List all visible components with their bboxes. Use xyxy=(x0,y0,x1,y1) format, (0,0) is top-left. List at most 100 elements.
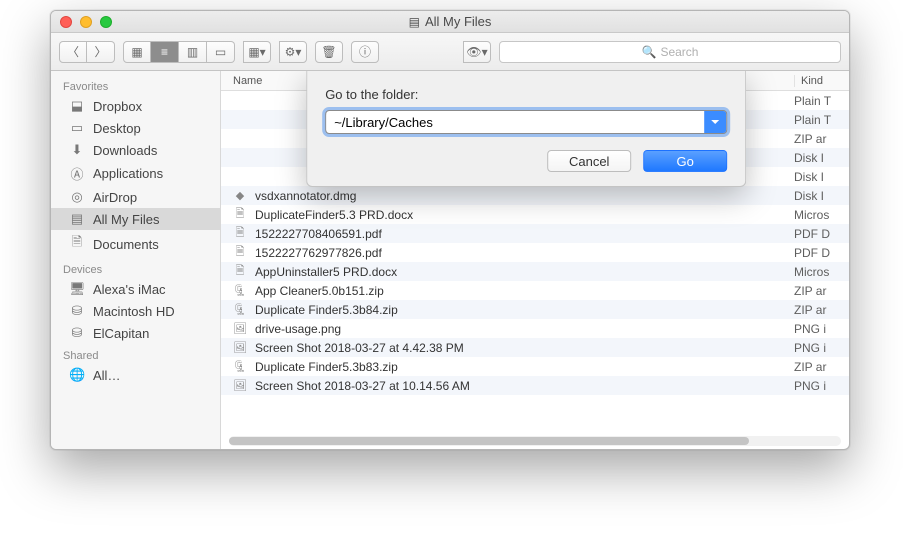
png-file-icon: 🖼 xyxy=(231,322,249,335)
dropdown-arrow-button[interactable] xyxy=(704,111,726,133)
file-name: Duplicate Finder5.3b83.zip xyxy=(255,360,794,374)
file-row[interactable]: 🗜 Duplicate Finder5.3b83.zipZIP ar xyxy=(221,357,849,376)
zip-file-icon: 🗜 xyxy=(231,284,249,297)
titlebar: ▤ All My Files xyxy=(51,11,849,33)
sidebar-item-airdrop[interactable]: ◎ AirDrop xyxy=(51,186,220,208)
sidebar-item-alexa-s-imac[interactable]: 🖥 Alexa's iMac xyxy=(51,278,220,300)
arrange-menu-button[interactable]: ▦▾ xyxy=(243,41,271,63)
info-button[interactable]: ⓘ xyxy=(351,41,379,63)
file-kind: Disk I xyxy=(794,170,849,184)
zip-file-icon: 🗜 xyxy=(231,360,249,373)
dmg-file-icon: ◆ xyxy=(231,189,249,202)
search-field[interactable]: 🔍 Search xyxy=(499,41,841,63)
sidebar-item-dropbox[interactable]: ⬓Dropbox xyxy=(51,95,220,117)
file-name: 1522227708406591.pdf xyxy=(255,227,794,241)
file-row[interactable]: 🖼Screen Shot 2018-03-27 at 10.14.56 AMPN… xyxy=(221,376,849,395)
sidebar-item-label: All… xyxy=(93,368,120,383)
view-column-button[interactable]: ▥ xyxy=(179,41,207,63)
sidebar-item-macintosh-hd[interactable]: ⛁Macintosh HD xyxy=(51,300,220,322)
sidebar-item-all-my-files[interactable]: ▤All My Files xyxy=(51,208,220,230)
file-name: vsdxannotator.dmg xyxy=(255,189,794,203)
file-kind: Plain T xyxy=(794,113,849,127)
file-row[interactable]: 🖼drive-usage.pngPNG i xyxy=(221,319,849,338)
file-row[interactable]: 🗜 App Cleaner5.0b151.zipZIP ar xyxy=(221,281,849,300)
doc-file-icon: 🗎 xyxy=(231,205,249,224)
file-row[interactable]: 🖼Screen Shot 2018-03-27 at 4.42.38 PMPNG… xyxy=(221,338,849,357)
minimize-window-button[interactable] xyxy=(80,16,92,28)
file-kind: ZIP ar xyxy=(794,303,849,317)
hdd-icon: ⛁ xyxy=(69,303,85,319)
column-kind-header[interactable]: Kind xyxy=(794,75,849,87)
file-kind: PNG i xyxy=(794,379,849,393)
file-row[interactable]: 🗎1522227762977826.pdfPDF D xyxy=(221,243,849,262)
file-name: DuplicateFinder5.3 PRD.docx xyxy=(255,208,794,222)
sidebar-item-applications[interactable]: ⒶApplications xyxy=(51,161,220,186)
file-name: Screen Shot 2018-03-27 at 10.14.56 AM xyxy=(255,379,794,393)
delete-button[interactable]: 🗑 xyxy=(315,41,343,63)
file-row[interactable]: 🗎 1522227708406591.pdfPDF D xyxy=(221,224,849,243)
png-file-icon: 🖼 xyxy=(231,341,249,354)
airdrop-icon: ◎ xyxy=(69,189,85,205)
sidebar-section-header: Favorites xyxy=(51,75,220,95)
file-kind: Micros xyxy=(794,208,849,222)
file-row[interactable]: 🗜Duplicate Finder5.3b84.zipZIP ar xyxy=(221,300,849,319)
nav-forward-button[interactable]: 〉 xyxy=(87,41,115,63)
view-coverflow-button[interactable]: ▭ xyxy=(207,41,235,63)
file-kind: ZIP ar xyxy=(794,360,849,374)
file-kind: Disk I xyxy=(794,189,849,203)
zoom-window-button[interactable] xyxy=(100,16,112,28)
dropbox-icon: ⬓ xyxy=(69,98,85,114)
file-row[interactable]: 🗎 AppUninstaller5 PRD.docxMicros xyxy=(221,262,849,281)
pdf-file-icon: 🗎 xyxy=(231,224,249,243)
file-name: Screen Shot 2018-03-27 at 4.42.38 PM xyxy=(255,341,794,355)
folder-path-input[interactable] xyxy=(326,115,704,130)
file-row[interactable]: ◆ vsdxannotator.dmgDisk I xyxy=(221,186,849,205)
sidebar-item-documents[interactable]: 🗎Documents xyxy=(51,230,220,258)
view-icon-button[interactable]: ▦ xyxy=(123,41,151,63)
scrollbar-thumb[interactable] xyxy=(229,437,749,445)
sidebar-item-label: Alexa's iMac xyxy=(93,282,166,297)
doc-file-icon: 🗎 xyxy=(231,262,249,281)
file-name: 1522227762977826.pdf xyxy=(255,246,794,260)
sidebar-item-label: Applications xyxy=(93,166,163,181)
cancel-button[interactable]: Cancel xyxy=(547,150,631,172)
sidebar-item-desktop[interactable]: ▭Desktop xyxy=(51,117,220,139)
sidebar-section-header: Shared xyxy=(51,344,220,364)
sidebar-item-elcapitan[interactable]: ⛁ ElCapitan xyxy=(51,322,220,344)
globe-icon: 🌐 xyxy=(69,367,85,383)
sidebar-item-label: AirDrop xyxy=(93,190,137,205)
file-kind: Micros xyxy=(794,265,849,279)
file-kind: Plain T xyxy=(794,94,849,108)
sidebar-item-label: Downloads xyxy=(93,143,157,158)
go-to-folder-dialog: Go to the folder: Cancel Go xyxy=(306,71,746,187)
toolbar: 〈 〉 ▦ ≡ ▥ ▭ ▦▾ ⚙▾ 🗑 ⓘ 👁▾ 🔍 Search xyxy=(51,33,849,71)
horizontal-scrollbar[interactable] xyxy=(229,436,841,446)
allfiles-icon: ▤ xyxy=(69,211,85,227)
file-row[interactable]: 🗎 DuplicateFinder5.3 PRD.docxMicros xyxy=(221,205,849,224)
quicklook-button[interactable]: 👁▾ xyxy=(463,41,491,63)
sidebar-item-label: ElCapitan xyxy=(93,326,149,341)
file-name: drive-usage.png xyxy=(255,322,794,336)
sidebar-item-downloads[interactable]: ⬇ Downloads xyxy=(51,139,220,161)
sidebar-item-all-[interactable]: 🌐 All… xyxy=(51,364,220,386)
imac-icon: 🖥 xyxy=(69,281,85,297)
file-name: App Cleaner5.0b151.zip xyxy=(255,284,794,298)
nav-back-button[interactable]: 〈 xyxy=(59,41,87,63)
pdf-file-icon: 🗎 xyxy=(231,243,249,262)
folder-path-combobox[interactable] xyxy=(325,110,727,134)
file-kind: ZIP ar xyxy=(794,132,849,146)
view-list-button[interactable]: ≡ xyxy=(151,41,179,63)
search-icon: 🔍 xyxy=(642,45,657,59)
close-window-button[interactable] xyxy=(60,16,72,28)
all-my-files-icon: ▤ xyxy=(409,15,420,29)
downloads-icon: ⬇ xyxy=(69,142,85,158)
file-kind: ZIP ar xyxy=(794,284,849,298)
file-kind: PDF D xyxy=(794,227,849,241)
file-name: AppUninstaller5 PRD.docx xyxy=(255,265,794,279)
hdd-icon: ⛁ xyxy=(69,325,85,341)
desktop-icon: ▭ xyxy=(69,120,85,136)
action-menu-button[interactable]: ⚙▾ xyxy=(279,41,307,63)
sidebar: Favorites⬓Dropbox▭Desktop ⬇ Downloads ⒶAppl… xyxy=(51,71,221,449)
go-button[interactable]: Go xyxy=(643,150,727,172)
file-name: Duplicate Finder5.3b84.zip xyxy=(255,303,794,317)
